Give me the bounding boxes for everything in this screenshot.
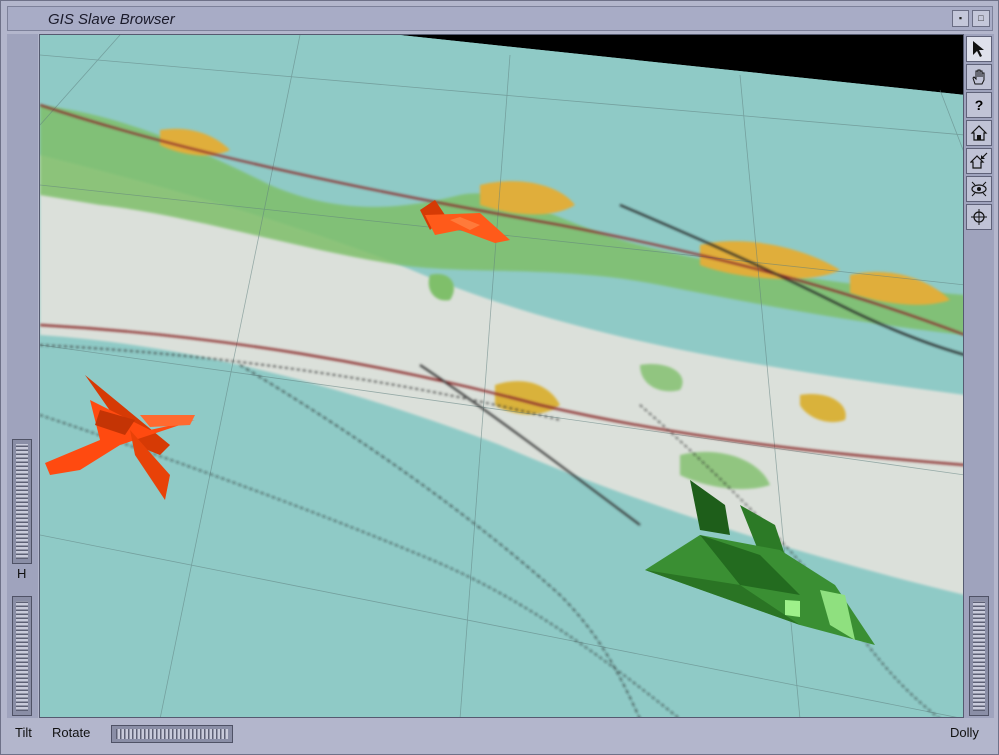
pick-tool-button[interactable] xyxy=(966,36,992,62)
maximize-button[interactable]: □ xyxy=(972,10,990,27)
rotate-label: Rotate xyxy=(52,725,91,740)
gis-browser-window: GIS Slave Browser ▪ □ H ? Tilt Rotate Do… xyxy=(0,0,999,755)
set-home-button[interactable] xyxy=(966,148,992,174)
minimize-button[interactable]: ▪ xyxy=(952,10,969,27)
pick-icon xyxy=(973,41,984,57)
3d-map-viewport[interactable] xyxy=(39,34,964,718)
dolly-label: Dolly xyxy=(950,725,979,740)
set-home-icon xyxy=(970,152,988,169)
seek-button[interactable] xyxy=(966,204,992,230)
h-wheel-label: H xyxy=(17,566,27,581)
home-button[interactable] xyxy=(966,120,992,146)
seek-icon xyxy=(971,209,987,225)
map-scene xyxy=(40,35,963,717)
left-wheel-rail: H xyxy=(7,34,38,718)
view-all-button[interactable] xyxy=(966,176,992,202)
hand-icon xyxy=(972,69,985,85)
view-all-icon xyxy=(971,181,987,197)
h-thumbwheel[interactable] xyxy=(12,439,32,564)
tilt-label: Tilt xyxy=(15,725,32,740)
dolly-thumbwheel[interactable] xyxy=(969,596,989,716)
title-bar[interactable]: GIS Slave Browser ▪ □ xyxy=(7,6,993,31)
window-title: GIS Slave Browser xyxy=(48,11,175,28)
help-button[interactable]: ? xyxy=(966,92,992,118)
viewer-toolbar: ? xyxy=(964,34,994,718)
home-icon xyxy=(970,125,988,141)
view-tool-button[interactable] xyxy=(966,64,992,90)
rotate-thumbwheel[interactable] xyxy=(111,725,233,743)
bottom-wheel-bar: Tilt Rotate Dolly xyxy=(7,720,994,750)
tilt-thumbwheel[interactable] xyxy=(12,596,32,716)
help-icon: ? xyxy=(974,97,984,113)
